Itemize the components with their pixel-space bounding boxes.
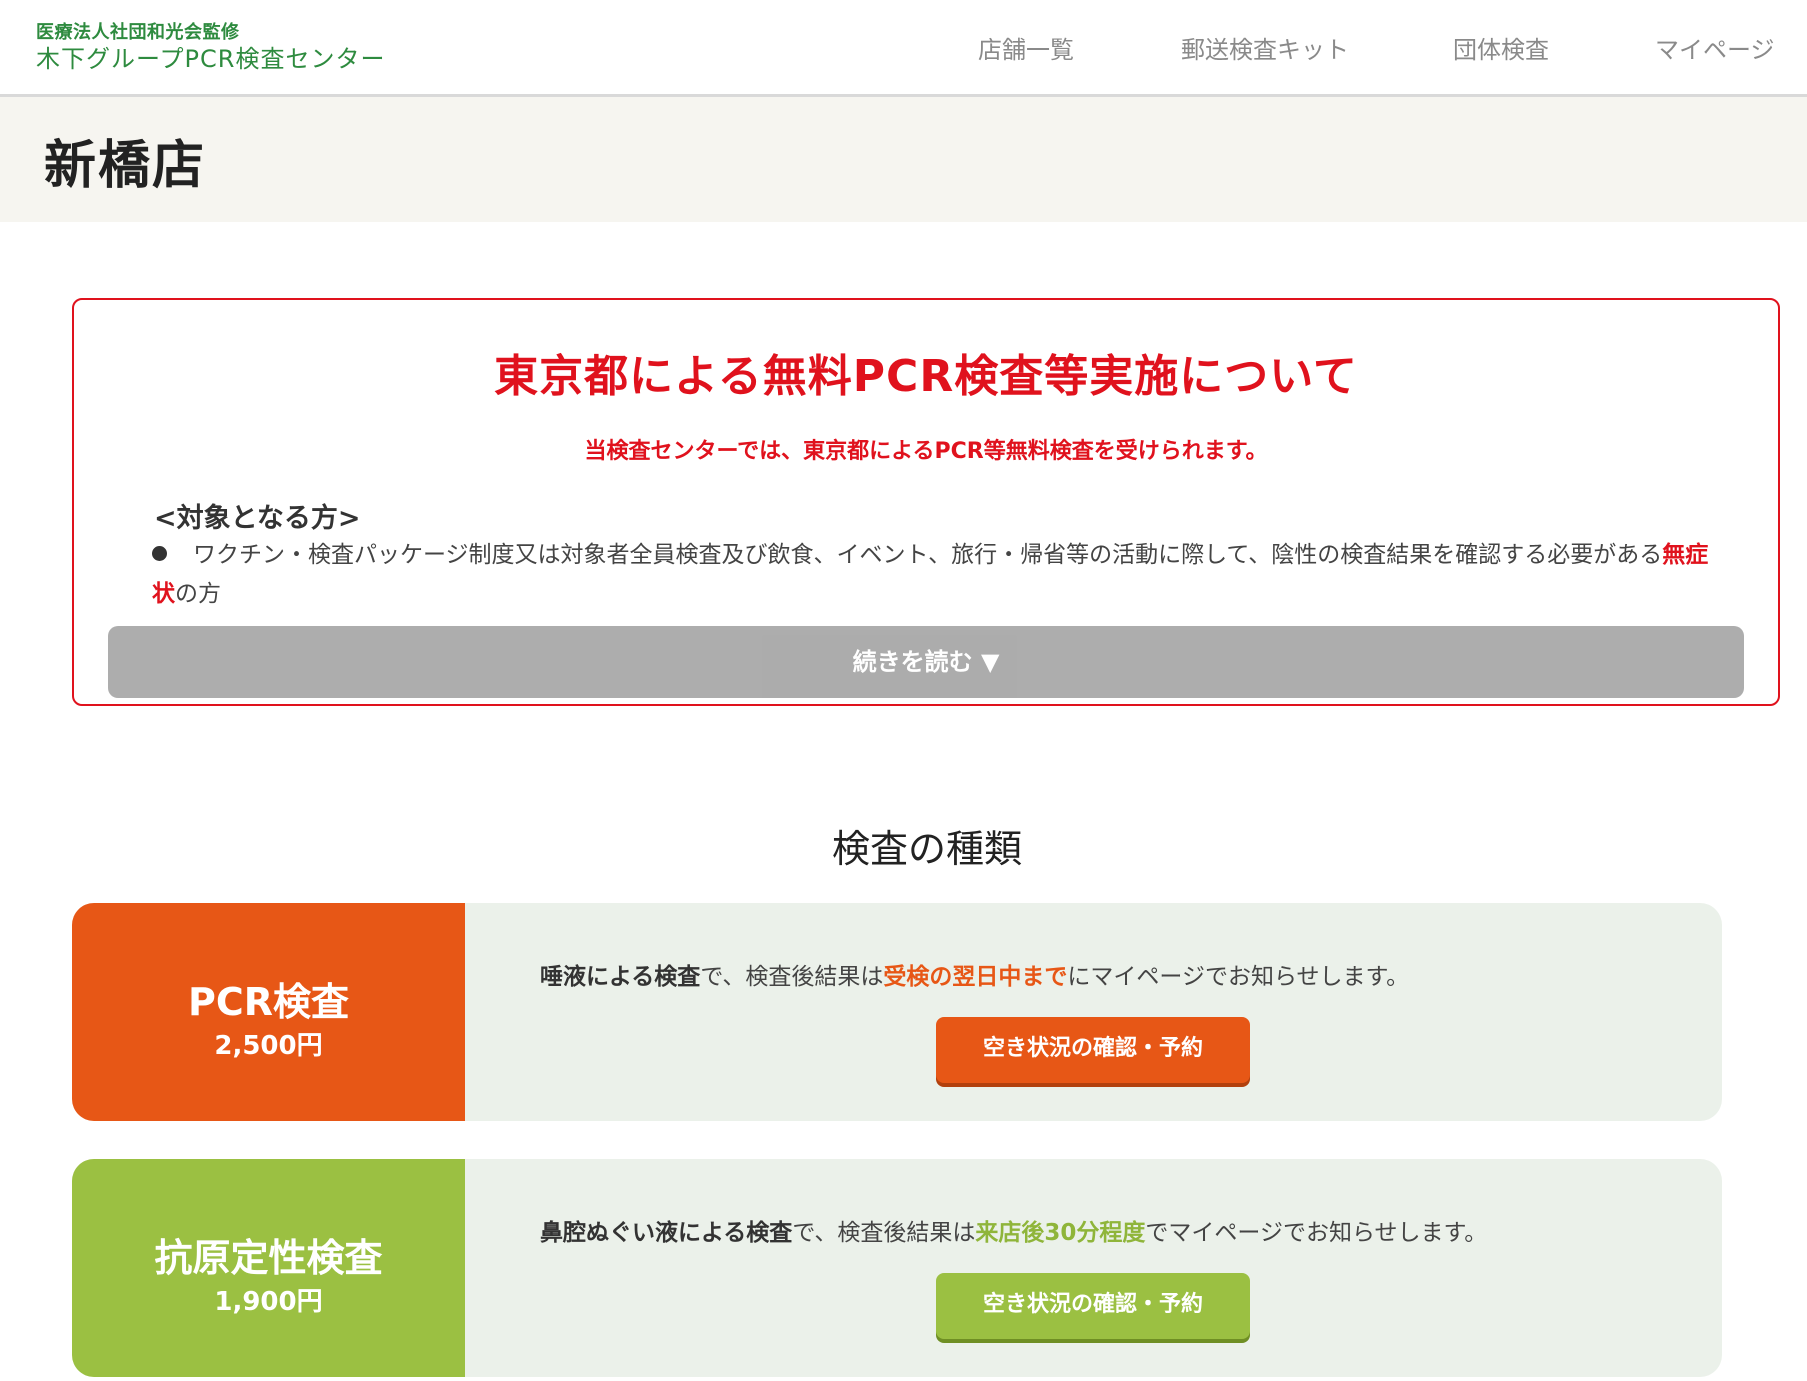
test-desc-text: で、検査後結果は xyxy=(700,964,884,990)
section-title-test-types: 検査の種類 xyxy=(831,827,1022,871)
test-name: PCR検査 xyxy=(188,980,349,1024)
notice-subtitle: 当検査センターでは、東京都によるPCR等無料検査を受けられます。 xyxy=(584,439,1268,464)
page-title: 新橋店 xyxy=(44,136,207,196)
test-method: 唾液による検査 xyxy=(540,964,701,990)
test-price: 2,500円 xyxy=(214,1031,323,1061)
test-method: 鼻腔ぬぐい液による検査 xyxy=(540,1220,793,1246)
test-desc-end: にマイページでお知らせします。 xyxy=(1067,964,1410,990)
notice-title: 東京都による無料PCR検査等実施について xyxy=(494,351,1358,402)
nav-group-test[interactable]: 団体検査 xyxy=(1453,30,1549,65)
notice-target-heading: <対象となる方> xyxy=(154,503,361,534)
test-desc-text: で、検査後結果は xyxy=(792,1220,976,1246)
site-header: 医療法人社団和光会監修 木下グループPCR検査センター 店舗一覧 郵送検査キット… xyxy=(0,0,1807,97)
reserve-button[interactable]: 空き状況の確認・予約 xyxy=(936,1017,1250,1083)
test-card-antigen: 抗原定性検査 1,900円 鼻腔ぬぐい液による検査で、検査後結果は来店後30分程… xyxy=(72,1159,1722,1377)
notice-target-item: ワクチン・検査パッケージ制度又は対象者全員検査及び飲食、イベント、旅行・帰省等の… xyxy=(152,536,1712,614)
test-card-label: 抗原定性検査 1,900円 xyxy=(72,1159,465,1377)
test-desc-end: でマイページでお知らせします。 xyxy=(1145,1220,1488,1246)
test-description: 唾液による検査で、検査後結果は受検の翌日中までにマイページでお知らせします。 xyxy=(540,957,1409,991)
notice-item-text: ワクチン・検査パッケージ制度又は対象者全員検査及び飲食、イベント、旅行・帰省等の… xyxy=(193,542,1663,568)
nav-store-list[interactable]: 店舗一覧 xyxy=(978,30,1074,65)
test-name: 抗原定性検査 xyxy=(154,1236,383,1280)
read-more-button[interactable]: 続きを読む ▼ xyxy=(108,626,1744,698)
test-price: 1,900円 xyxy=(214,1287,323,1317)
nav-mypage[interactable]: マイページ xyxy=(1655,30,1775,65)
bullet-icon xyxy=(152,546,167,561)
test-description: 鼻腔ぬぐい液による検査で、検査後結果は来店後30分程度でマイページでお知らせしま… xyxy=(540,1213,1487,1247)
page-title-band: 新橋店 xyxy=(0,97,1807,222)
test-result-time: 来店後30分程度 xyxy=(975,1220,1146,1246)
notice-item-suffix: の方 xyxy=(175,581,221,607)
main-nav: 店舗一覧 郵送検査キット 団体検査 マイページ xyxy=(0,26,1807,66)
reserve-button[interactable]: 空き状況の確認・予約 xyxy=(936,1273,1250,1339)
test-result-time: 受検の翌日中まで xyxy=(883,964,1068,990)
nav-mail-kit[interactable]: 郵送検査キット xyxy=(1181,30,1349,65)
test-card-label: PCR検査 2,500円 xyxy=(72,903,465,1121)
test-card-pcr: PCR検査 2,500円 唾液による検査で、検査後結果は受検の翌日中までにマイペ… xyxy=(72,903,1722,1121)
